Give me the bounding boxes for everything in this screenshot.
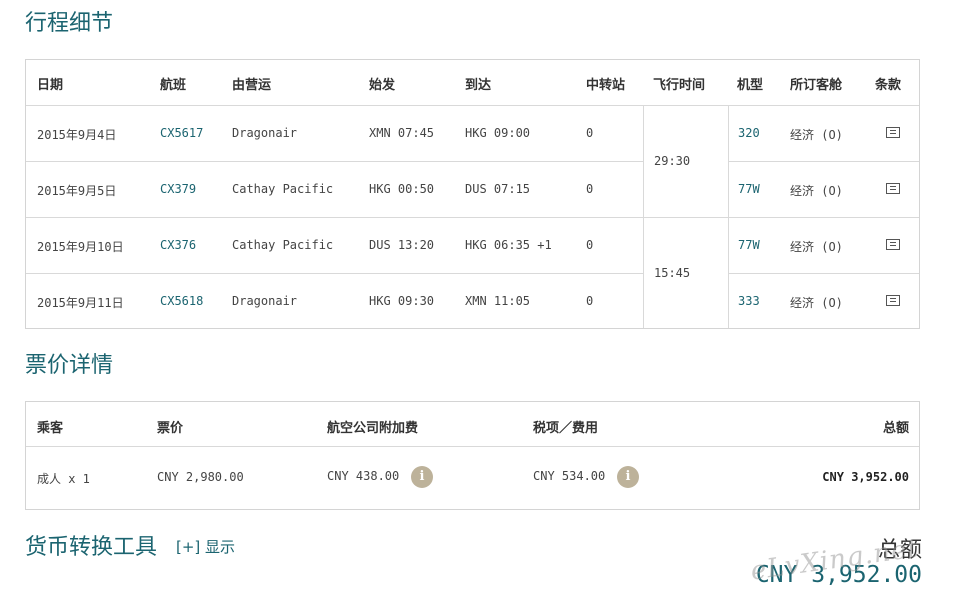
row4-document-icon[interactable]: [886, 295, 900, 306]
col-header-surcharge: 航空公司附加费: [327, 421, 419, 436]
currency-show-toggle[interactable]: [+] 显示: [176, 536, 235, 557]
taxes-info-icon[interactable]: i: [617, 466, 639, 488]
row1-aircraft-link[interactable]: 320: [738, 126, 760, 140]
row1-cabin: 经济 (O): [790, 128, 843, 142]
row4-arrive: XMN 11:05: [465, 294, 531, 308]
column-divider: [643, 105, 644, 328]
row3-operator: Cathay Pacific: [232, 238, 334, 252]
row1-flight-link[interactable]: CX5617: [160, 126, 203, 140]
header-divider: [26, 446, 919, 447]
row3-cabin: 经济 (O): [790, 240, 843, 254]
row4-depart: HKG 09:30: [369, 294, 435, 308]
col-header-passenger: 乘客: [37, 421, 64, 436]
col-header-cabin: 所订客舱: [790, 78, 843, 93]
row2-cabin: 经济 (O): [790, 184, 843, 198]
row3-date: 2015年9月10日: [37, 240, 124, 254]
row1-document-icon[interactable]: [886, 127, 900, 138]
row2-flight-link[interactable]: CX379: [160, 182, 196, 196]
row1-depart: XMN 07:45: [369, 126, 435, 140]
col-header-stops: 中转站: [586, 78, 626, 93]
col-header-duration: 飞行时间: [653, 78, 706, 93]
row-divider: [26, 161, 643, 162]
col-header-arrive: 到达: [465, 78, 492, 93]
row2-stops: 0: [586, 182, 594, 196]
row2-aircraft-link[interactable]: 77W: [738, 182, 760, 196]
row2-depart: HKG 00:50: [369, 182, 435, 196]
col-header-operator: 由营运: [232, 78, 272, 93]
col-header-date: 日期: [37, 78, 64, 93]
header-divider: [26, 105, 919, 106]
currency-converter-title: 货币转换工具: [25, 535, 158, 560]
row2-document-icon[interactable]: [886, 183, 900, 194]
col-header-taxes: 税项／费用: [533, 421, 599, 436]
fare-table: 乘客 票价 航空公司附加费 税项／费用 总额 成人 x 1 CNY 2,980.…: [25, 401, 920, 510]
row1-date: 2015年9月4日: [37, 128, 117, 142]
itinerary-table: 日期 航班 由营运 始发 到达 中转站 飞行时间 机型 所订客舱 条款 2015…: [25, 59, 920, 329]
surcharge-amount: CNY 438.00: [327, 469, 400, 483]
row1-stops: 0: [586, 126, 594, 140]
row3-document-icon[interactable]: [886, 239, 900, 250]
outbound-duration: 29:30: [654, 154, 691, 168]
row3-stops: 0: [586, 238, 594, 252]
row-divider: [728, 161, 919, 162]
row4-cabin: 经济 (O): [790, 296, 843, 310]
itinerary-title: 行程细节: [25, 11, 114, 36]
return-duration: 15:45: [654, 266, 691, 280]
row-divider: [26, 273, 643, 274]
row1-operator: Dragonair: [232, 126, 298, 140]
row3-flight-link[interactable]: CX376: [160, 238, 196, 252]
row2-date: 2015年9月5日: [37, 184, 117, 198]
fare-amount: CNY 2,980.00: [157, 470, 244, 484]
row3-aircraft-link[interactable]: 77W: [738, 238, 760, 252]
row2-operator: Cathay Pacific: [232, 182, 334, 196]
column-divider: [728, 105, 729, 328]
row3-depart: DUS 13:20: [369, 238, 435, 252]
row-divider: [26, 217, 919, 218]
row4-aircraft-link[interactable]: 333: [738, 294, 760, 308]
row4-operator: Dragonair: [232, 294, 298, 308]
row-divider: [728, 273, 919, 274]
row4-stops: 0: [586, 294, 594, 308]
row1-arrive: HKG 09:00: [465, 126, 531, 140]
taxes-amount: CNY 534.00: [533, 469, 606, 483]
col-header-total: 总额: [882, 421, 909, 436]
row4-date: 2015年9月11日: [37, 296, 124, 310]
fare-total: CNY 3,952.00: [822, 470, 909, 484]
col-header-fare: 票价: [157, 421, 184, 436]
col-header-depart: 始发: [369, 78, 396, 93]
row2-arrive: DUS 07:15: [465, 182, 531, 196]
row3-arrive: HKG 06:35 +1: [465, 238, 552, 252]
passenger-count: 成人 x 1: [37, 472, 90, 486]
col-header-aircraft: 机型: [737, 78, 764, 93]
row4-flight-link[interactable]: CX5618: [160, 294, 203, 308]
fare-title: 票价详情: [25, 353, 114, 378]
col-header-flight: 航班: [160, 78, 187, 93]
surcharge-info-icon[interactable]: i: [411, 466, 433, 488]
col-header-terms: 条款: [875, 78, 902, 93]
